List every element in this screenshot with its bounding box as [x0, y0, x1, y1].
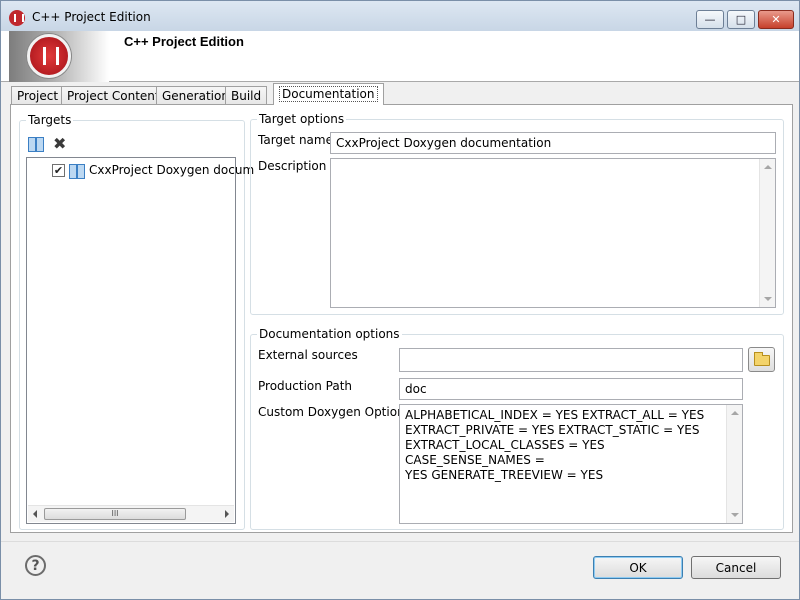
banner-gradient	[9, 31, 109, 82]
description-label: Description	[258, 159, 327, 173]
add-target-book-icon[interactable]	[28, 137, 44, 152]
production-path-input[interactable]: doc	[399, 378, 743, 400]
target-checkbox[interactable]: ✔	[52, 164, 65, 177]
description-scrollbar[interactable]	[759, 159, 775, 307]
target-name-label: Target name	[258, 133, 333, 147]
cancel-button[interactable]: Cancel	[691, 556, 781, 579]
scroll-thumb[interactable]: III	[44, 508, 186, 520]
tab-project[interactable]: Project	[11, 86, 65, 105]
custom-doxygen-textarea[interactable]: ALPHABETICAL_INDEX = YES EXTRACT_ALL = Y…	[399, 404, 743, 524]
custom-doxygen-text: ALPHABETICAL_INDEX = YES EXTRACT_ALL = Y…	[405, 408, 705, 482]
minimize-button[interactable]: —	[696, 10, 724, 29]
target-book-icon	[69, 164, 85, 179]
scroll-down-arrow-icon[interactable]	[731, 513, 739, 517]
scroll-down-arrow-icon[interactable]	[764, 297, 772, 301]
external-sources-input[interactable]	[399, 348, 743, 372]
tab-project-content[interactable]: Project Content	[61, 86, 166, 105]
external-sources-label: External sources	[258, 348, 358, 362]
product-logo-icon	[27, 34, 71, 78]
target-options-label: Target options	[257, 112, 347, 126]
delete-target-x-icon[interactable]: ✖	[53, 136, 69, 152]
documentation-options-label: Documentation options	[257, 327, 402, 341]
footer-separator	[1, 541, 799, 542]
tab-generation[interactable]: Generation	[156, 86, 235, 105]
close-button[interactable]: ✕	[758, 10, 794, 29]
title-bar: C++ Project Edition — □ ✕	[1, 1, 799, 31]
tab-documentation[interactable]: Documentation	[273, 83, 384, 105]
custom-doxygen-label: Custom Doxygen Options	[258, 405, 411, 419]
folder-icon	[754, 352, 770, 366]
custom-doxygen-scrollbar[interactable]	[726, 405, 742, 523]
targets-tree[interactable]: ✔ CxxProject Doxygen docum III	[26, 157, 254, 524]
ok-button[interactable]: OK	[593, 556, 683, 579]
maximize-button[interactable]: □	[727, 10, 755, 29]
header-banner: C++ Project Edition	[1, 31, 799, 82]
targets-horizontal-scrollbar[interactable]: III	[28, 505, 234, 522]
tree-item-label: CxxProject Doxygen docum	[89, 163, 255, 177]
browse-folder-button[interactable]	[748, 347, 775, 372]
scroll-right-arrow-icon[interactable]	[225, 510, 229, 518]
tab-build[interactable]: Build	[225, 86, 268, 105]
scroll-up-arrow-icon[interactable]	[764, 165, 772, 169]
description-textarea[interactable]	[330, 158, 776, 308]
target-name-input[interactable]: CxxProject Doxygen documentation	[330, 132, 776, 154]
app-logo-icon	[9, 10, 25, 26]
tab-documentation-label: Documentation	[279, 86, 378, 102]
window-title: C++ Project Edition	[32, 10, 151, 24]
banner-title: C++ Project Edition	[124, 34, 244, 49]
scroll-left-arrow-icon[interactable]	[33, 510, 37, 518]
scroll-up-arrow-icon[interactable]	[731, 411, 739, 415]
tree-item[interactable]: ✔ CxxProject Doxygen docum	[52, 161, 254, 180]
dialog-window: C++ Project Edition — □ ✕ C++ Project Ed…	[0, 0, 800, 600]
help-icon[interactable]: ?	[25, 555, 46, 576]
targets-group-label: Targets	[26, 113, 74, 127]
production-path-label: Production Path	[258, 379, 353, 393]
